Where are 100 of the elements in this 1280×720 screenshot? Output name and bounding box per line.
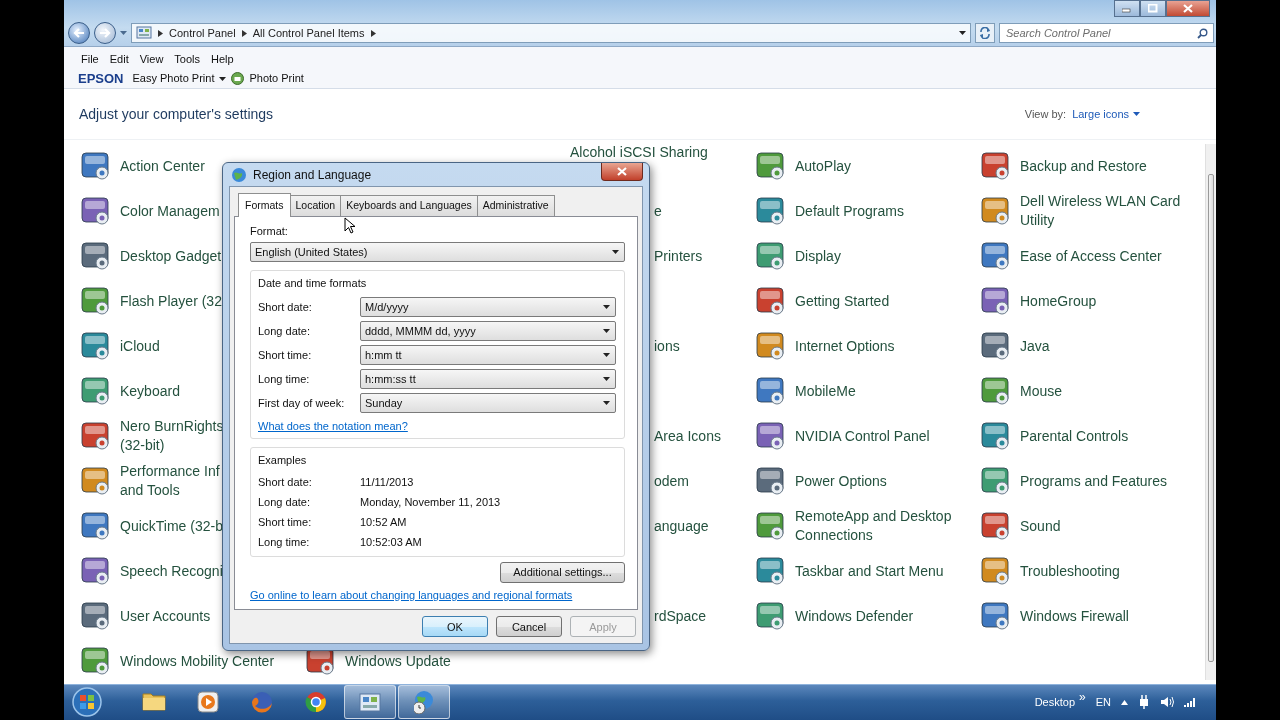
applet-icon [755, 240, 787, 273]
applet-link[interactable]: Sound [1020, 516, 1061, 536]
format-dropdown[interactable]: M/d/yyyy [360, 296, 616, 317]
applet-link[interactable]: ions [654, 336, 680, 356]
applet-link[interactable]: Desktop Gadget [120, 246, 222, 266]
forward-button[interactable] [94, 22, 116, 44]
applet-link[interactable]: Taskbar and Start Menu [795, 561, 944, 581]
address-bar[interactable]: Control Panel All Control Panel Items [131, 23, 971, 43]
applet-link[interactable]: anguage [654, 516, 709, 536]
chevron-icon [158, 29, 163, 37]
applet-link[interactable]: Internet Options [795, 336, 895, 356]
applet-link[interactable]: AutoPlay [795, 156, 852, 176]
close-button[interactable] [1166, 0, 1210, 17]
applet-link[interactable]: Color Managem [120, 201, 220, 221]
applet-link[interactable]: Power Options [795, 471, 887, 491]
refresh-button[interactable] [975, 23, 995, 43]
refresh-icon [979, 27, 991, 39]
applet-link[interactable]: Windows Update [345, 651, 451, 671]
format-dropdown[interactable]: Sunday [360, 392, 616, 413]
applet-link[interactable]: Area Icons [654, 426, 721, 446]
start-button[interactable] [72, 687, 102, 718]
menu-item[interactable]: File [78, 50, 107, 70]
applet-link[interactable]: Alcohol iSCSI Sharing [570, 143, 708, 160]
toolbar-chevron[interactable]: » [1079, 688, 1086, 707]
plug-icon[interactable] [1138, 695, 1150, 710]
applet-link[interactable]: Windows Defender [795, 606, 914, 626]
back-button[interactable] [68, 22, 90, 44]
taskbar-button[interactable] [398, 685, 450, 720]
format-dropdown[interactable]: dddd, MMMM dd, yyyy [360, 320, 616, 341]
applet-link[interactable]: Troubleshooting [1020, 561, 1120, 581]
applet-icon [980, 150, 1012, 183]
applet-link[interactable]: iCloud [120, 336, 160, 356]
applet-link[interactable]: Mouse [1020, 381, 1063, 401]
breadcrumb[interactable]: Control Panel [169, 24, 236, 42]
dialog-button[interactable]: Cancel [496, 616, 562, 638]
globe-icon [231, 166, 247, 183]
help-link[interactable]: Go online to learn about changing languages and regional formats [250, 586, 573, 604]
applet-icon [80, 330, 112, 363]
applet-link[interactable]: Flash Player (32 [120, 291, 222, 311]
applet-link[interactable]: HomeGroup [1020, 291, 1097, 311]
toolbar-button[interactable]: Photo Print [249, 70, 304, 87]
chevron-icon [370, 29, 376, 37]
applet-link[interactable]: Speech Recogni [120, 561, 223, 581]
applet-link[interactable]: Ease of Access Center [1020, 246, 1162, 266]
applet-link[interactable]: Printers [654, 246, 703, 266]
applet-link[interactable]: rdSpace [654, 606, 707, 626]
applet-icon [755, 150, 787, 183]
applet-link[interactable]: NVIDIA Control Panel [795, 426, 930, 446]
tab[interactable]: Administrative [476, 195, 555, 216]
language-indicator[interactable]: EN [1095, 694, 1111, 711]
search-field[interactable]: Search Control Panel [999, 23, 1214, 43]
applet-link[interactable]: Backup and Restore [1020, 156, 1147, 176]
tab[interactable]: Keyboards and Languages [340, 195, 478, 216]
applet-link[interactable]: Dell Wireless WLAN Card Utility [1020, 192, 1181, 231]
field-label: Long time: [258, 371, 311, 387]
additional-settings-button[interactable]: Additional settings... [500, 561, 625, 583]
applet-link[interactable]: Programs and Features [1020, 471, 1168, 491]
applet-link[interactable]: MobileMe [795, 381, 856, 401]
applet-link[interactable]: Getting Started [795, 291, 890, 311]
tray-arrow-icon[interactable] [1121, 699, 1128, 705]
format-dropdown[interactable]: h:mm tt [360, 344, 616, 365]
applet-link[interactable]: Windows Firewall [1020, 606, 1129, 626]
applet-link[interactable]: Parental Controls [1020, 426, 1129, 446]
applet-link[interactable]: Default Programs [795, 201, 904, 221]
applet-link[interactable]: QuickTime (32-b [120, 516, 223, 536]
close-icon [617, 167, 627, 176]
applet-link[interactable]: Nero BurnRights (32-bit) [120, 417, 224, 456]
applet-link[interactable]: Display [795, 246, 841, 266]
applet-link[interactable]: Windows Mobility Center [120, 651, 275, 671]
breadcrumb[interactable]: All Control Panel Items [252, 24, 365, 42]
volume-icon[interactable] [1160, 696, 1174, 709]
menu-item[interactable]: Help [208, 50, 242, 70]
applet-link[interactable]: Action Center [120, 156, 205, 176]
menu-item[interactable]: View [136, 50, 172, 70]
applet-link[interactable]: User Accounts [120, 606, 211, 626]
applet-link[interactable]: RemoteApp and Desktop Connections [795, 507, 952, 546]
search-icon [1197, 28, 1208, 39]
scrollbar[interactable] [1205, 143, 1216, 680]
view-by-dropdown[interactable]: Large icons [1072, 105, 1140, 123]
tab[interactable]: Formats [238, 193, 291, 217]
applet-link[interactable]: e [654, 201, 662, 221]
toolbar-button[interactable]: Easy Photo Print [132, 70, 215, 87]
menu-item[interactable]: Tools [171, 50, 209, 70]
dialog-button[interactable]: OK [422, 616, 488, 638]
group-title: Date and time formats [258, 276, 368, 292]
minimize-button[interactable] [1114, 0, 1140, 17]
close-button[interactable] [601, 163, 643, 181]
help-link[interactable]: What does the notation mean? [258, 417, 408, 435]
format-dropdown[interactable]: h:mm:ss tt [360, 368, 616, 389]
show-desktop-toolbar[interactable]: Desktop [1034, 694, 1076, 711]
applet-link[interactable]: Keyboard [120, 381, 180, 401]
applet-link[interactable]: odem [654, 471, 690, 491]
format-dropdown[interactable]: English (United States) [250, 242, 625, 263]
maximize-button[interactable] [1140, 0, 1166, 17]
applet-link[interactable]: Performance Inf and Tools [120, 462, 220, 501]
taskbar-button[interactable] [344, 685, 396, 720]
signal-icon[interactable] [1184, 697, 1196, 708]
menu-item[interactable]: Edit [106, 50, 137, 70]
tab[interactable]: Location [289, 195, 342, 216]
applet-link[interactable]: Java [1020, 336, 1050, 356]
